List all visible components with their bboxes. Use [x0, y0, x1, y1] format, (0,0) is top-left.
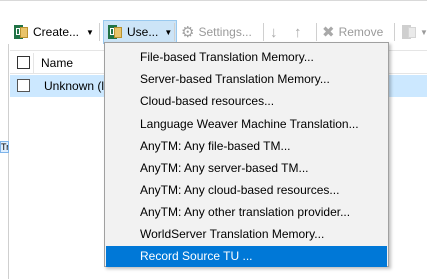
excel-icon: [107, 24, 123, 40]
left-panel-edge: [0, 44, 9, 279]
more-button[interactable]: ▼: [401, 20, 427, 44]
settings-button-label: Settings...: [198, 25, 252, 39]
dropdown-arrow-icon[interactable]: ▼: [420, 28, 427, 37]
move-up-button[interactable]: ↑: [294, 20, 302, 44]
menu-item-worldserver-tm[interactable]: WorldServer Translation Memory...: [106, 224, 387, 245]
select-all-checkbox[interactable]: [17, 56, 30, 69]
create-button-label: Create...: [33, 25, 80, 39]
toolbar-separator: [174, 23, 175, 41]
row-name-cell: Unknown (la: [44, 79, 111, 93]
remove-button-label: Remove: [338, 25, 384, 39]
toolbar-separator: [263, 23, 264, 41]
menu-item-anytm-server-based[interactable]: AnyTM: Any server-based TM...: [106, 158, 387, 179]
toolbar-separator: [316, 23, 317, 41]
excel-icon: [401, 24, 417, 40]
remove-button[interactable]: ✖ Remove: [322, 20, 383, 44]
menu-item-language-weaver-mt[interactable]: Language Weaver Machine Translation...: [106, 114, 387, 135]
toolbar-separator: [99, 23, 100, 41]
menu-item-cloud-resources[interactable]: Cloud-based resources...: [106, 91, 387, 112]
use-button[interactable]: Use... ▼: [103, 20, 178, 44]
toolbar-separator: [394, 23, 395, 41]
excel-icon: [13, 24, 29, 40]
menu-item-server-based-tm[interactable]: Server-based Translation Memory...: [106, 69, 387, 90]
arrow-up-icon: ↑: [294, 23, 302, 41]
menu-item-anytm-cloud-based[interactable]: AnyTM: Any cloud-based resources...: [106, 180, 387, 201]
menu-item-anytm-file-based[interactable]: AnyTM: Any file-based TM...: [106, 136, 387, 157]
toolbar: Create... ▼ Use... ▼ ⚙ Settings... ↓ ↑ ✖…: [0, 0, 427, 44]
column-header-name[interactable]: Name: [41, 56, 73, 70]
create-button[interactable]: Create... ▼: [13, 20, 94, 44]
dropdown-arrow-icon[interactable]: ▼: [86, 28, 94, 37]
gear-icon: ⚙: [181, 23, 195, 41]
settings-button[interactable]: ⚙ Settings...: [181, 20, 252, 44]
menu-item-record-source-tu[interactable]: Record Source TU ...: [106, 246, 387, 267]
column-separator: [33, 53, 34, 73]
menu-item-anytm-other-provider[interactable]: AnyTM: Any other translation provider...: [106, 202, 387, 223]
move-down-button[interactable]: ↓: [270, 20, 278, 44]
row-checkbox[interactable]: [17, 79, 30, 92]
left-tab[interactable]: Tr: [0, 141, 9, 153]
dropdown-arrow-icon[interactable]: ▼: [164, 28, 172, 37]
remove-x-icon: ✖: [322, 23, 335, 41]
arrow-down-icon: ↓: [270, 23, 278, 41]
menu-item-file-based-tm[interactable]: File-based Translation Memory...: [106, 47, 387, 68]
use-dropdown-menu: File-based Translation Memory... Server-…: [104, 42, 389, 267]
use-button-label: Use...: [127, 25, 159, 39]
